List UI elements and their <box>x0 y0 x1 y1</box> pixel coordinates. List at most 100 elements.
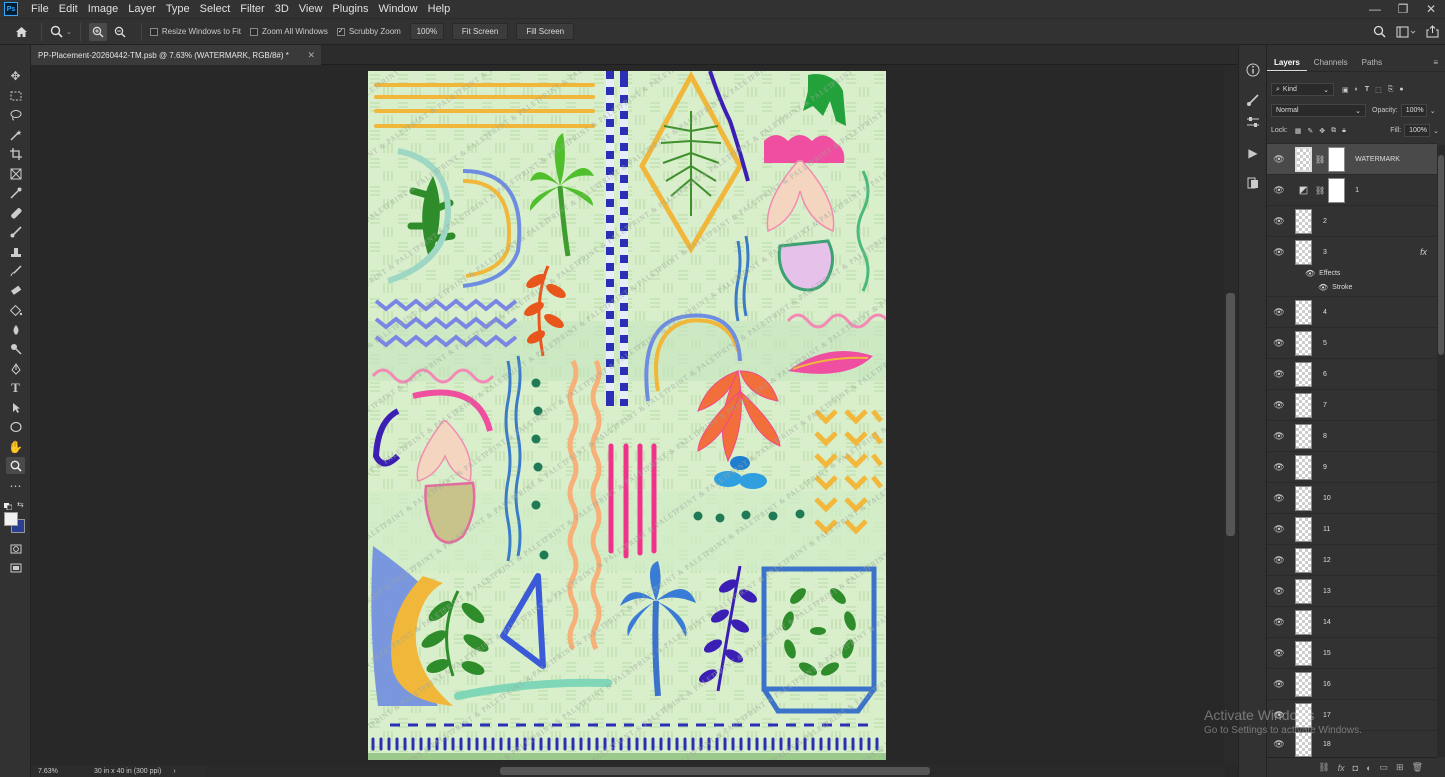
brush-settings-icon[interactable] <box>1244 91 1262 109</box>
visibility-eye-icon[interactable]: 👁︎ <box>1270 307 1288 318</box>
clone-stamp-tool-icon[interactable] <box>6 243 25 260</box>
layer-row-12[interactable]: 👁︎ 12 <box>1267 544 1437 575</box>
new-group-icon[interactable]: ▭ <box>1380 762 1389 773</box>
visibility-eye-icon[interactable]: 👁︎ <box>1270 154 1288 165</box>
menu-window[interactable]: Window <box>374 0 423 18</box>
swap-colors-icon[interactable]: ⇆ <box>17 500 24 509</box>
layer-row-14[interactable]: 👁︎ 14 <box>1267 606 1437 637</box>
info-icon[interactable] <box>1244 61 1262 79</box>
menu-select[interactable]: Select <box>195 0 236 18</box>
paint-bucket-tool-icon[interactable] <box>6 301 25 318</box>
visibility-eye-icon[interactable]: 👁︎ <box>1270 185 1288 196</box>
close-tab-icon[interactable]: ✕ <box>307 50 315 61</box>
filter-type-icon[interactable]: T <box>1365 86 1369 93</box>
close-button[interactable]: ✕ <box>1417 0 1445 18</box>
screen-mode-icon[interactable] <box>6 559 25 576</box>
link-layers-icon[interactable]: ⛓︎ <box>1318 762 1329 773</box>
scrollbar-thumb[interactable] <box>1438 155 1444 355</box>
menu-image[interactable]: Image <box>83 0 124 18</box>
layer-row-11[interactable]: 👁︎ 11 <box>1267 513 1437 544</box>
horizontal-scrollbar[interactable] <box>205 765 1225 777</box>
layer-name[interactable]: 13 <box>1323 588 1331 595</box>
layer-name[interactable]: 4 <box>1323 309 1327 316</box>
tab-paths[interactable]: Paths <box>1355 53 1389 71</box>
restore-button[interactable]: ❐ <box>1389 0 1417 18</box>
layer-row-15[interactable]: 👁︎ 15 <box>1267 637 1437 668</box>
panel-menu-icon[interactable]: ≡ <box>1426 53 1445 71</box>
resize-windows-checkbox[interactable]: Resize Windows to Fit <box>149 27 241 36</box>
ellipse-tool-icon[interactable] <box>6 418 25 435</box>
dodge-tool-icon[interactable] <box>6 340 25 357</box>
visibility-eye-icon[interactable]: 👁︎ <box>1305 269 1315 278</box>
visibility-eye-icon[interactable]: 👁︎ <box>1270 338 1288 349</box>
pen-tool-icon[interactable] <box>6 360 25 377</box>
visibility-eye-icon[interactable]: 👁︎ <box>1270 648 1288 659</box>
fill-screen-button[interactable]: Fill Screen <box>516 23 575 40</box>
home-icon[interactable] <box>9 26 33 38</box>
fit-screen-button[interactable]: Fit Screen <box>451 23 509 40</box>
lock-all-icon[interactable]: 🔒︎ <box>1342 127 1346 135</box>
scrollbar-thumb[interactable] <box>1226 293 1235 536</box>
eraser-tool-icon[interactable] <box>6 282 25 299</box>
move-tool-icon[interactable]: ✥ <box>6 67 25 84</box>
default-colors-icon[interactable] <box>4 501 13 511</box>
lock-image-icon[interactable]: ✎ <box>1307 127 1313 135</box>
fill-field[interactable]: 100% <box>1404 124 1431 137</box>
scrollbar-thumb[interactable] <box>500 767 930 775</box>
layer-name[interactable]: 18 <box>1323 741 1331 748</box>
visibility-eye-icon[interactable]: 👁︎ <box>1270 586 1288 597</box>
visibility-eye-icon[interactable]: 👁︎ <box>1318 283 1328 292</box>
frame-tool-icon[interactable] <box>6 165 25 182</box>
actions-play-icon[interactable]: ▶ <box>1244 144 1262 162</box>
visibility-eye-icon[interactable]: 👁︎ <box>1270 462 1288 473</box>
layer-name[interactable]: 15 <box>1323 650 1331 657</box>
layer-name[interactable]: 7 <box>1323 402 1327 409</box>
filter-smart-object-icon[interactable]: ⎘ <box>1388 86 1394 94</box>
filter-adjustment-icon[interactable]: ◐ <box>1355 86 1359 93</box>
menu-3d[interactable]: 3D <box>270 0 294 18</box>
path-selection-tool-icon[interactable] <box>6 399 25 416</box>
visibility-eye-icon[interactable]: 👁︎ <box>1270 679 1288 690</box>
filter-shape-icon[interactable]: ⬚ <box>1375 86 1382 94</box>
layer-row-5[interactable]: 👁︎ 5 <box>1267 327 1437 358</box>
search-icon[interactable] <box>1373 25 1386 38</box>
visibility-eye-icon[interactable]: 👁︎ <box>1270 524 1288 535</box>
add-style-fx-icon[interactable]: fx <box>1338 763 1345 773</box>
healing-brush-tool-icon[interactable] <box>6 204 25 221</box>
minimize-button[interactable]: — <box>1361 0 1389 18</box>
menu-edit[interactable]: Edit <box>54 0 83 18</box>
history-brush-tool-icon[interactable] <box>6 262 25 279</box>
layer-row-8[interactable]: 👁︎ 8 <box>1267 420 1437 451</box>
layer-row-4[interactable]: 👁︎ 4 <box>1267 296 1437 327</box>
layer-name[interactable]: 12 <box>1323 557 1331 564</box>
layer-name[interactable]: 2 <box>1323 218 1327 225</box>
blur-tool-icon[interactable] <box>6 321 25 338</box>
menu-layer[interactable]: Layer <box>123 0 161 18</box>
menu-help[interactable]: Help <box>423 0 456 18</box>
layer-name[interactable]: 6 <box>1323 371 1327 378</box>
menu-view[interactable]: View <box>294 0 328 18</box>
layer-name[interactable]: 5 <box>1323 340 1327 347</box>
layer-row-16[interactable]: 👁︎ 16 <box>1267 668 1437 699</box>
adjustments-icon[interactable] <box>1244 113 1262 131</box>
menu-filter[interactable]: Filter <box>235 0 269 18</box>
layers-scrollbar[interactable] <box>1437 145 1445 757</box>
menu-file[interactable]: File <box>26 0 54 18</box>
layer-effects-fx-icon[interactable]: fx <box>1420 247 1427 257</box>
quick-mask-icon[interactable] <box>6 540 25 557</box>
layer-mask-thumbnail[interactable] <box>1328 177 1346 203</box>
type-tool-icon[interactable]: T <box>6 379 25 396</box>
tab-channels[interactable]: Channels <box>1307 53 1355 71</box>
layer-row-9[interactable]: 👁︎ 9 <box>1267 451 1437 482</box>
layer-name[interactable]: 16 <box>1323 681 1331 688</box>
layer-row-watermark[interactable]: 👁︎ ⛓︎ WATERMARK <box>1267 143 1437 174</box>
document-tab[interactable]: PP-Placement-20260442-TM.psb @ 7.63% (WA… <box>31 45 321 65</box>
share-icon[interactable] <box>1426 25 1439 38</box>
effects-row[interactable]: 👁︎ Effects <box>1305 269 1340 278</box>
visibility-eye-icon[interactable]: 👁︎ <box>1270 369 1288 380</box>
layer-name[interactable]: 8 <box>1323 433 1327 440</box>
visibility-eye-icon[interactable]: 👁︎ <box>1270 739 1288 750</box>
filter-kind-dropdown[interactable]: ⌕ Kind ⌄ <box>1271 83 1334 96</box>
chevron-down-icon[interactable]: ⌄ <box>1430 107 1436 115</box>
layer-name[interactable]: 9 <box>1323 464 1327 471</box>
